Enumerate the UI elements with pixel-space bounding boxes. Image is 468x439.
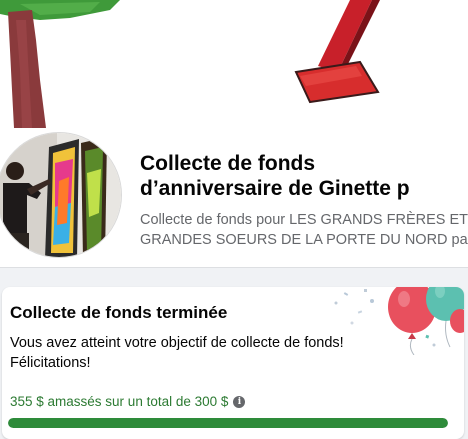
page-title-line-1: Collecte de fonds [140,152,316,175]
painting-artist-avatar-icon [0,133,121,257]
fundraiser-status-card: Collecte de fonds terminée Vous avez att… [2,287,464,439]
subtitle-line-2: GRANDES SOEURS DE LA PORTE DU NORD par [140,232,468,248]
fundraiser-header: Collecte de fonds d’anniversaire de Gine… [0,128,468,268]
amount-raised-text: 355 $ amassés sur un total de 300 $ i [10,394,246,409]
progress-bar-fill [8,418,448,428]
info-icon[interactable]: i [233,395,246,408]
avatar[interactable] [0,132,122,258]
subtitle-line-1: Collecte de fonds pour LES GRANDS FRÈRES… [140,212,468,228]
amount-raised-label: 355 $ amassés sur un total de 300 $ [10,394,229,409]
page-title-line-2: d’anniversaire de Ginette p [140,177,410,200]
message-line-2: Félicitations! [10,355,91,371]
page-title: Collecte de fonds d’anniversaire de Gine… [140,151,468,201]
goal-reached-message: Vous avez atteint votre objectif de coll… [10,333,390,373]
progress-bar [8,418,448,428]
child-drawing-cover-icon [0,0,468,128]
fundraiser-subtitle[interactable]: Collecte de fonds pour LES GRANDS FRÈRES… [140,210,468,250]
card-title: Collecte de fonds terminée [10,303,228,322]
cover-photo[interactable] [0,0,468,128]
message-line-1: Vous avez atteint votre objectif de coll… [10,335,344,351]
